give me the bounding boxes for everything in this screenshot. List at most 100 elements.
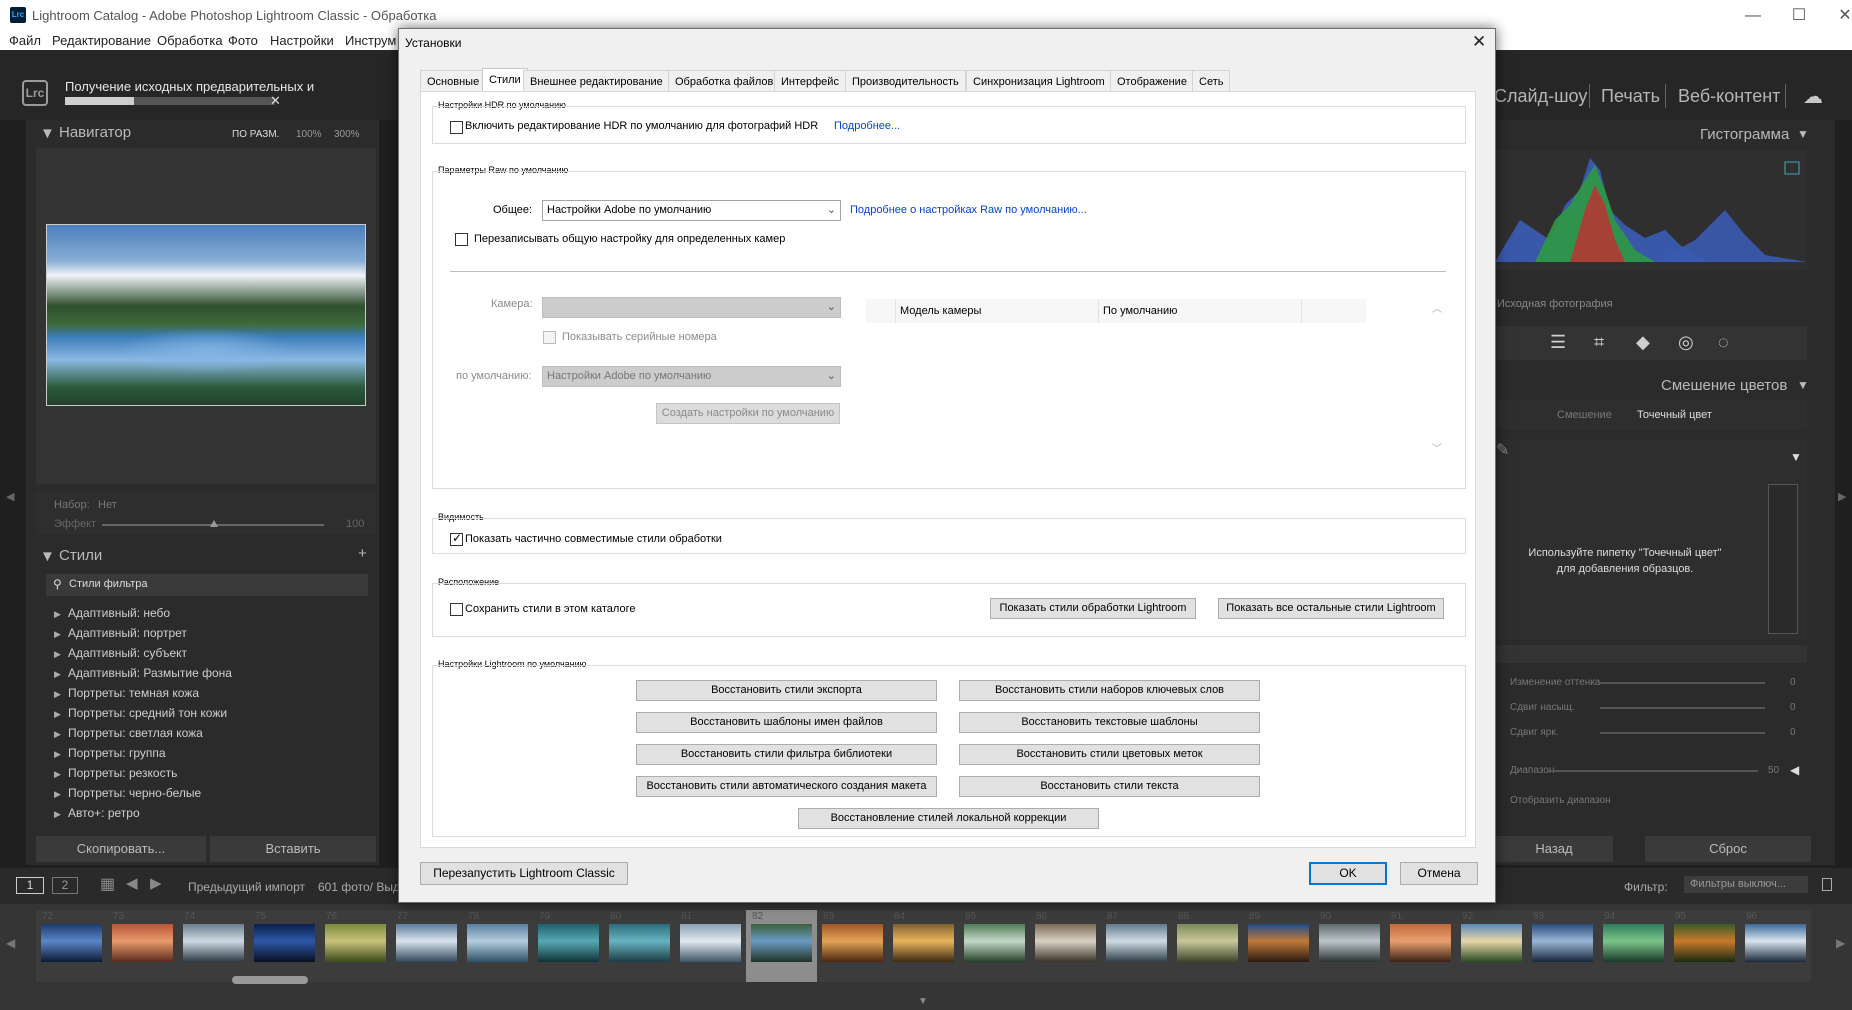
filmstrip-thumbnail[interactable]: 86 [1030, 910, 1101, 982]
copy-settings-button[interactable]: Скопировать... [36, 836, 206, 862]
expand-arrow-icon[interactable]: ▶ [54, 769, 68, 780]
table-scroll-up-icon[interactable]: ︿ [1432, 300, 1442, 315]
filmstrip-thumbnail[interactable]: 77 [391, 910, 462, 982]
raw-learn-more-link[interactable]: Подробнее о настройках Raw по умолчанию.… [850, 204, 1087, 216]
range-track[interactable] [1548, 770, 1758, 772]
create-defaults-button[interactable]: Создать настройки по умолчанию [656, 403, 840, 424]
color-mix-collapse-icon[interactable]: ▼ [1797, 378, 1809, 392]
thumbnail-image[interactable] [680, 924, 741, 962]
module-print[interactable]: Печать [1601, 86, 1660, 107]
source-label[interactable]: Предыдущий импорт [188, 880, 305, 894]
hdr-checkbox[interactable] [450, 121, 463, 134]
navigator-preview-image[interactable] [46, 224, 366, 406]
thumbnail-image[interactable] [41, 924, 102, 962]
filter-dropdown[interactable]: Фильтры выключ... [1684, 876, 1808, 893]
menu-develop[interactable]: Обработка [157, 33, 223, 48]
hdr-learn-more-link[interactable]: Подробнее... [834, 120, 900, 132]
filmstrip-right-icon[interactable]: ▶ [1836, 936, 1845, 950]
thumbnail-image[interactable] [1106, 924, 1167, 962]
expand-arrow-icon[interactable]: ▶ [54, 649, 68, 660]
redeye-icon[interactable]: ◎ [1678, 332, 1694, 353]
restore-text-style-presets-button[interactable]: Восстановить стили текста [959, 776, 1260, 797]
filmstrip-thumbnail[interactable]: 93 [1527, 910, 1598, 982]
menu-tools[interactable]: Инструм [345, 33, 396, 48]
tab-display[interactable]: Отображение [1110, 70, 1194, 92]
store-with-catalog-checkbox[interactable] [450, 603, 463, 616]
point-color-dropdown-icon[interactable]: ▼ [1790, 450, 1802, 464]
thumbnail-image[interactable] [964, 924, 1025, 962]
right-panel-toggle-icon[interactable]: ▶ [1838, 490, 1846, 503]
restore-local-adjustment-presets-button[interactable]: Восстановление стилей локальной коррекци… [798, 808, 1099, 829]
partial-compatible-label[interactable]: Показать частично совместимые стили обра… [465, 533, 722, 545]
lum-shift-track[interactable] [1600, 732, 1765, 734]
expand-arrow-icon[interactable]: ▶ [54, 729, 68, 740]
thumbnail-image[interactable] [609, 924, 670, 962]
zoom-100-option[interactable]: 100% [296, 129, 322, 140]
filmstrip-thumbnail[interactable]: 91 [1385, 910, 1456, 982]
filmstrip-thumbnail[interactable]: 81 [675, 910, 746, 982]
expand-arrow-icon[interactable]: ▶ [54, 809, 68, 820]
show-serials-checkbox[interactable] [543, 331, 556, 344]
filmstrip-thumbnail[interactable]: 89 [1243, 910, 1314, 982]
filmstrip-thumbnail[interactable]: 76 [320, 910, 391, 982]
minimize-button[interactable]: — [1730, 4, 1776, 28]
filmstrip-thumbnail[interactable]: 95 [1669, 910, 1740, 982]
thumbnail-image[interactable] [822, 924, 883, 962]
expand-arrow-icon[interactable]: ▶ [54, 609, 68, 620]
filmstrip-thumbnail[interactable]: 90 [1314, 910, 1385, 982]
store-with-catalog-label[interactable]: Сохранить стили в этом каталоге [465, 603, 635, 615]
filmstrip-thumbnail[interactable]: 73 [107, 910, 178, 982]
thumbnail-image[interactable] [1603, 924, 1664, 962]
filmstrip-thumbnail[interactable]: 78 [462, 910, 533, 982]
style-group-item[interactable]: ▶ Портреты: средний тон кожи [54, 706, 227, 720]
restore-library-filter-presets-button[interactable]: Восстановить стили фильтра библиотеки [636, 744, 937, 765]
style-group-item[interactable]: ▶ Портреты: темная кожа [54, 686, 199, 700]
expand-arrow-icon[interactable]: ▶ [54, 629, 68, 640]
thumbnail-image[interactable] [467, 924, 528, 962]
restore-filename-templates-button[interactable]: Восстановить шаблоны имен файлов [636, 712, 937, 733]
filmstrip-thumbnail[interactable]: 82 [746, 910, 817, 982]
window-1-button[interactable]: 1 [16, 877, 44, 894]
filmstrip-toggle-icon[interactable]: ▼ [918, 996, 928, 1007]
cloud-sync-icon[interactable]: ☁ [1803, 84, 1823, 109]
style-group-item[interactable]: ▶ Адаптивный: Размытие фона [54, 666, 232, 680]
filmstrip-thumbnail[interactable]: 92 [1456, 910, 1527, 982]
thumbnail-image[interactable] [1177, 924, 1238, 962]
cancel-button[interactable]: Отмена [1400, 862, 1478, 885]
hue-shift-track[interactable] [1600, 682, 1765, 684]
zoom-300-option[interactable]: 300% [334, 129, 360, 140]
style-group-item[interactable]: ▶ Портреты: резкость [54, 766, 177, 780]
restore-auto-layout-presets-button[interactable]: Восстановить стили автоматического созда… [636, 776, 937, 797]
thumbnail-image[interactable] [1745, 924, 1806, 962]
restore-text-templates-button[interactable]: Восстановить текстовые шаблоны [959, 712, 1260, 733]
filter-lock-icon[interactable] [1822, 878, 1832, 891]
navigator-collapse-icon[interactable]: ▼ [40, 125, 55, 142]
show-other-presets-button[interactable]: Показать все остальные стили Lightroom [1218, 598, 1444, 619]
override-camera-checkbox[interactable] [455, 233, 468, 246]
tab-external-editing[interactable]: Внешнее редактирование [523, 70, 670, 92]
filmstrip-thumbnail[interactable]: 87 [1101, 910, 1172, 982]
eraser-icon[interactable]: ◆ [1636, 332, 1650, 353]
partial-compatible-checkbox[interactable] [450, 531, 463, 546]
crop-icon[interactable]: ⌗ [1594, 332, 1604, 353]
style-group-item[interactable]: ▶ Портреты: светлая кожа [54, 726, 203, 740]
thumbnail-image[interactable] [1461, 924, 1522, 962]
style-group-item[interactable]: ▶ Портреты: черно-белые [54, 786, 201, 800]
thumbnail-image[interactable] [112, 924, 173, 962]
filmstrip-thumbnail[interactable]: 83 [817, 910, 888, 982]
restore-export-presets-button[interactable]: Восстановить стили экспорта [636, 680, 937, 701]
restore-color-label-presets-button[interactable]: Восстановить стили цветовых меток [959, 744, 1260, 765]
filmstrip-thumbnail[interactable]: 85 [959, 910, 1030, 982]
table-header-camera-model[interactable]: Модель камеры [896, 299, 1099, 323]
menu-edit[interactable]: Редактирование [52, 33, 151, 48]
show-range-label[interactable]: Отобразить диапазон [1510, 795, 1611, 806]
previous-button[interactable]: Назад [1495, 836, 1613, 862]
module-slideshow[interactable]: Слайд-шоу [1494, 86, 1587, 107]
restore-keyword-set-presets-button[interactable]: Восстановить стили наборов ключевых слов [959, 680, 1260, 701]
tab-presets[interactable]: Стили [482, 68, 528, 93]
histogram-collapse-icon[interactable]: ▼ [1797, 127, 1809, 141]
menu-file[interactable]: Файл [9, 33, 41, 48]
expand-arrow-icon[interactable]: ▶ [54, 669, 68, 680]
filmstrip-thumbnail[interactable]: 94 [1598, 910, 1669, 982]
override-camera-label[interactable]: Перезаписывать общую настройку для опред… [474, 233, 785, 245]
